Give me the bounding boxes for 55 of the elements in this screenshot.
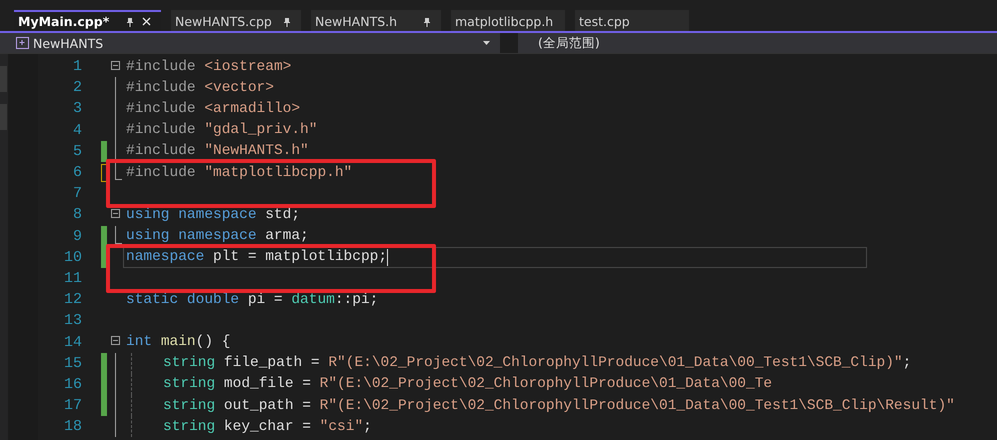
line-number: 18 <box>62 418 82 436</box>
code-line: int main() { <box>125 333 230 352</box>
code-line: namespace plt = matplotlibcpp; <box>124 248 866 267</box>
code-line: using namespace arma; <box>125 227 309 246</box>
line-number: 1 <box>72 58 82 76</box>
line-number: 12 <box>62 291 82 308</box>
line-number: 6 <box>72 164 82 182</box>
line-number: 11 <box>62 270 82 287</box>
line-number: 16 <box>62 376 82 393</box>
code-line: #include <iostream> <box>125 58 292 76</box>
line-number: 7 <box>72 185 82 202</box>
line-number: 15 <box>62 354 82 372</box>
project-dropdown[interactable]: NewHANTS <box>0 33 500 53</box>
line-number: 2 <box>72 79 82 96</box>
line-number: 5 <box>72 142 82 160</box>
line-number: 10 <box>62 248 82 266</box>
code-line: string out_path = R"(E:\02_Project\02_ChlorophyllProduce\01_Data\00_Test1\SCB_Clip\Result)" <box>162 396 955 416</box>
tab-label: test.cpp <box>579 14 631 29</box>
line-number: 14 <box>62 334 82 351</box>
code-line: #include "matplotlibcpp.h" <box>125 164 352 182</box>
line-number: 3 <box>72 100 82 118</box>
code-line: #include <vector> <box>125 78 274 98</box>
project-name: NewHANTS <box>33 36 104 50</box>
code-line: #include "NewHANTS.h" <box>125 142 309 161</box>
tab-label: MyMain.cpp* <box>18 14 110 29</box>
code-line: #include <armadillo> <box>125 100 300 118</box>
pin-icon[interactable] <box>126 16 134 26</box>
pin-icon[interactable] <box>283 16 291 26</box>
close-icon[interactable] <box>142 17 151 26</box>
collapse-icon[interactable] <box>111 61 120 70</box>
code-line: string key_char = "csi"; <box>162 418 372 436</box>
code-line: using namespace std; <box>125 206 300 224</box>
file-tab[interactable]: NewHANTS.cpp <box>171 10 301 31</box>
collapse-icon[interactable] <box>111 336 120 346</box>
code-line: string mod_file = R"(E:\02_Project\02_ChlorophyllProduce\01_Data\00_Te <box>162 375 772 394</box>
tab-label: matplotlibcpp.h <box>455 14 554 29</box>
file-tab[interactable]: test.cpp <box>575 10 689 31</box>
code-line: string file_path = R"(E:\02_Project\02_ChlorophyllProduce\01_Data\00_Test1\SCB_Clip)"; <box>162 354 912 373</box>
line-number: 17 <box>62 397 82 414</box>
code-line: #include "gdal_priv.h" <box>125 121 318 140</box>
scope-dropdown[interactable]: (全局范围) <box>518 33 997 53</box>
tab-label: NewHANTS.h <box>315 14 398 29</box>
line-number: 4 <box>72 122 82 139</box>
file-tab[interactable]: NewHANTS.h <box>311 10 441 31</box>
line-number: 8 <box>72 206 82 224</box>
line-number: 13 <box>62 312 82 330</box>
code-line: static double pi = datum::pi; <box>125 290 378 310</box>
pin-icon[interactable] <box>423 16 431 26</box>
file-tab[interactable]: MyMain.cpp* <box>14 10 161 31</box>
caret-icon <box>483 41 490 45</box>
file-tab[interactable]: matplotlibcpp.h <box>451 10 565 31</box>
collapse-icon[interactable] <box>111 209 120 218</box>
tab-label: NewHANTS.cpp <box>175 14 273 29</box>
class-icon <box>16 37 29 49</box>
line-number: 9 <box>72 228 82 245</box>
